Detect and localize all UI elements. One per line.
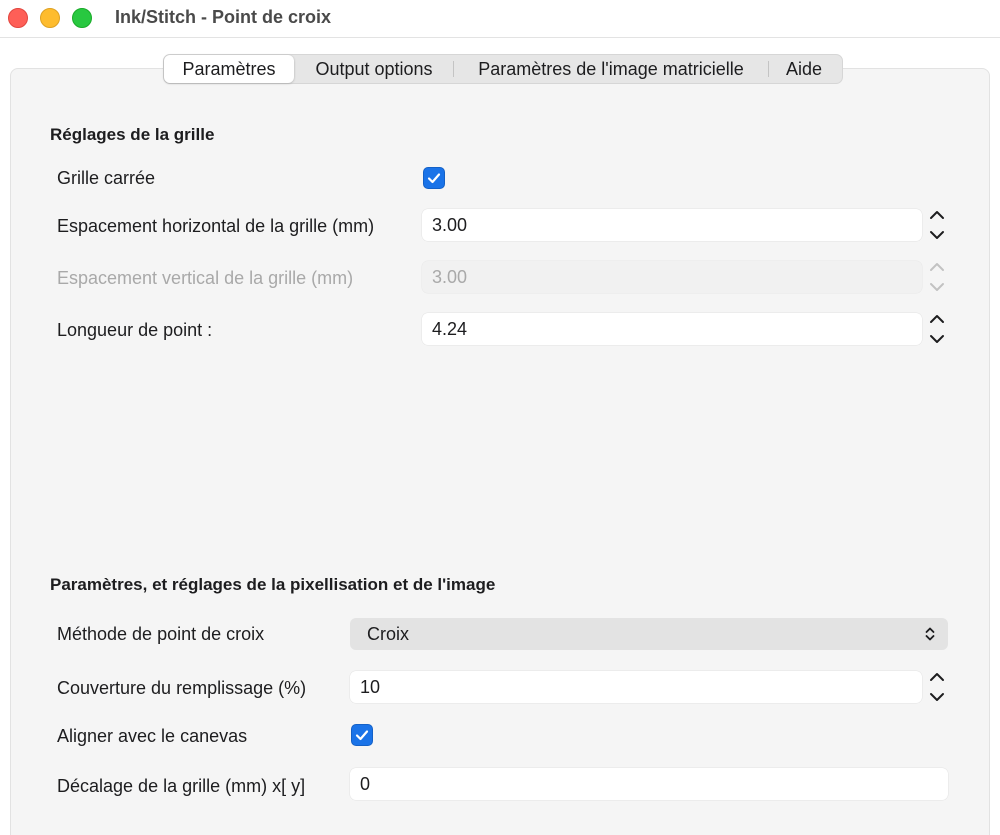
chevron-up-icon[interactable] [928, 208, 946, 222]
minimize-window-button[interactable] [40, 8, 60, 28]
coverage-stepper[interactable] [926, 670, 948, 704]
h-spacing-stepper[interactable] [926, 208, 948, 242]
coverage-input[interactable]: 10 [350, 671, 922, 703]
chevron-down-icon[interactable] [928, 690, 946, 704]
method-label: Méthode de point de croix [57, 624, 265, 644]
stitch-length-label: Longueur de point : [57, 320, 213, 340]
chevron-down-icon [930, 283, 944, 291]
checkmark-icon [427, 173, 441, 184]
h-spacing-label: Espacement horizontal de la grille (mm) [57, 216, 375, 236]
title-bar: Ink/Stitch - Point de croix [0, 0, 1000, 38]
align-canvas-checkbox[interactable] [351, 724, 373, 746]
square-grid-label: Grille carrée [57, 168, 156, 188]
h-spacing-input[interactable]: 3.00 [422, 209, 922, 241]
grid-offset-input[interactable]: 0 [350, 768, 948, 800]
coverage-label: Couverture du remplissage (%) [57, 678, 307, 698]
window-title: Ink/Stitch - Point de croix [115, 7, 332, 27]
stitch-length-stepper[interactable] [926, 312, 948, 346]
v-spacing-stepper [926, 260, 948, 294]
align-canvas-label: Aligner avec le canevas [57, 726, 248, 746]
grid-offset-label: Décalage de la grille (mm) x[ y] [57, 776, 306, 796]
chevron-up-icon[interactable] [928, 312, 946, 326]
pixel-section-title: Paramètres, et réglages de la pixellisat… [50, 575, 496, 594]
stitch-length-input[interactable]: 4.24 [422, 313, 922, 345]
method-select-value: Croix [367, 624, 410, 644]
tab-aide[interactable]: Aide [769, 55, 839, 83]
tab-output-options[interactable]: Output options [295, 55, 453, 83]
v-spacing-label: Espacement vertical de la grille (mm) [57, 268, 354, 288]
tab-raster-image-settings[interactable]: Paramètres de l'image matricielle [454, 55, 768, 83]
tab-parametres[interactable]: Paramètres [164, 55, 294, 83]
close-window-button[interactable] [8, 8, 28, 28]
chevron-down-icon[interactable] [928, 228, 946, 242]
grid-section-title: Réglages de la grille [50, 125, 215, 144]
square-grid-checkbox[interactable] [423, 167, 445, 189]
chevron-up-icon [930, 263, 944, 271]
chevron-up-icon[interactable] [928, 670, 946, 684]
tab-bar: Paramètres Output options Paramètres de … [163, 54, 843, 84]
settings-panel [10, 68, 990, 835]
checkmark-icon [355, 730, 369, 741]
chevron-down-icon[interactable] [928, 332, 946, 346]
v-spacing-input: 3.00 [422, 261, 922, 293]
maximize-window-button[interactable] [72, 8, 92, 28]
up-down-chevron-icon [925, 627, 935, 641]
method-select[interactable]: Croix [350, 618, 948, 650]
